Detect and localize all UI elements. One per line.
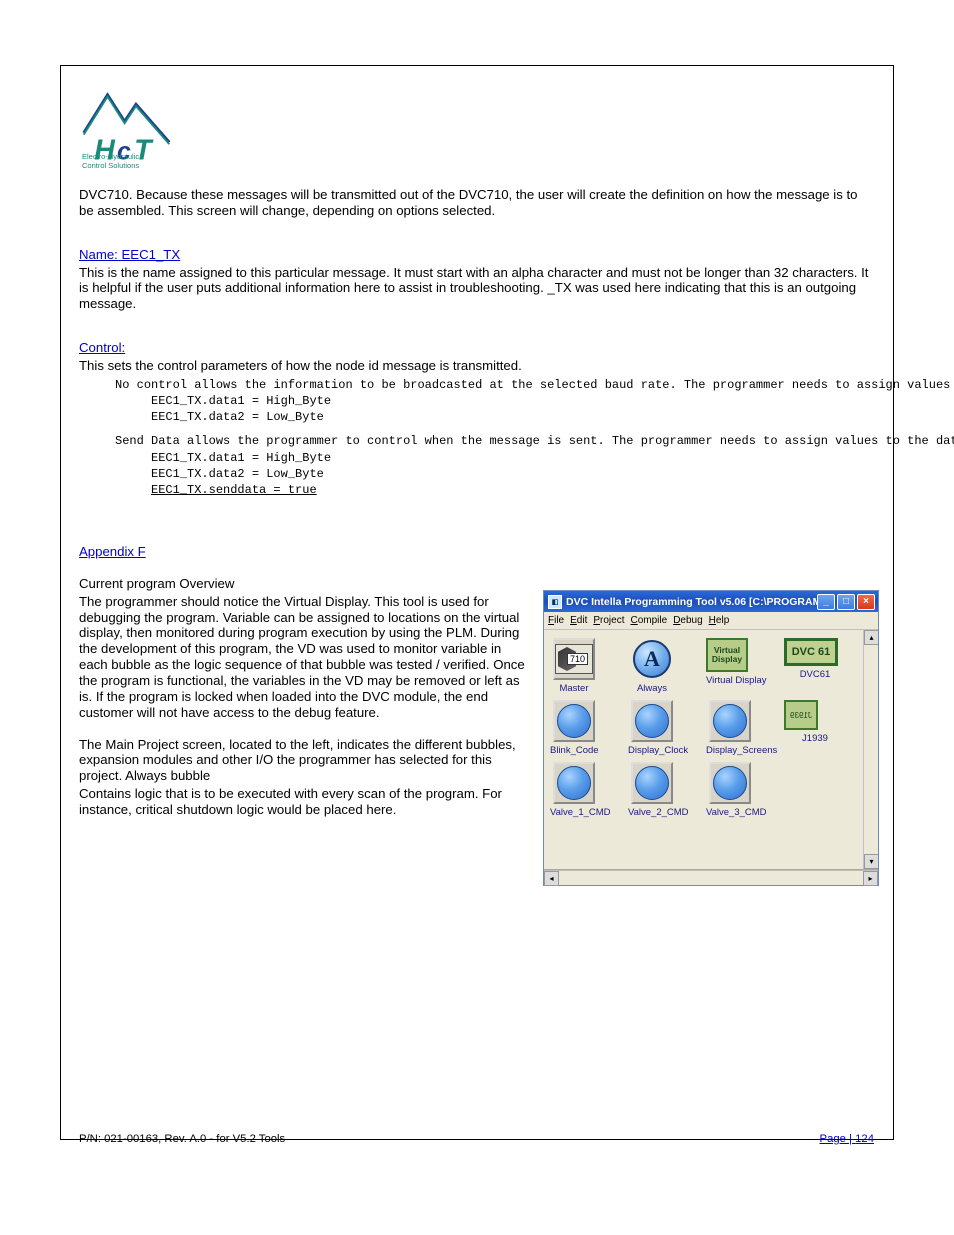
section3-subhead: Current program Overview: [79, 576, 529, 592]
node-virtual-display[interactable]: VirtualDisplay Virtual Display: [706, 638, 754, 686]
code-block-1: No control allows the information to be …: [79, 377, 879, 498]
dvc-programming-tool-window: ◧ DVC Intella Programming Tool v5.06 [C:…: [543, 590, 879, 886]
chip-710-icon: 710: [555, 644, 593, 674]
node-blink-code[interactable]: Blink_Code: [550, 700, 598, 756]
j1939-icon: J1939: [784, 700, 818, 730]
menu-file[interactable]: File: [548, 615, 564, 626]
bubble-icon: [635, 704, 669, 738]
code2a: Send Data allows the programmer to contr…: [79, 433, 869, 449]
code1a: No control allows the information to be …: [79, 377, 869, 393]
scroll-left-button[interactable]: ◂: [544, 871, 559, 886]
vertical-scrollbar[interactable]: ▴ ▾: [863, 630, 878, 869]
minimize-button[interactable]: _: [817, 594, 835, 610]
menubar: File Edit Project Compile Debug Help: [544, 612, 878, 630]
label-master: Master: [550, 683, 598, 694]
label-j1939: J1939: [784, 733, 846, 744]
bubble-icon: [713, 704, 747, 738]
code2b: EEC1_TX.data1 = High_Byte: [79, 450, 879, 466]
menu-edit[interactable]: Edit: [570, 615, 587, 626]
logo-tagline: Electro-Hydraulic Control Solutions: [82, 152, 139, 170]
bubble-icon: [713, 766, 747, 800]
canvas-area[interactable]: 710 Master A Always VirtualDisplay Virtu…: [544, 630, 878, 870]
section1-title: Name: EEC1_TX: [79, 247, 180, 262]
always-icon: A: [633, 640, 671, 678]
code2d: EEC1_TX.senddata = true: [79, 482, 879, 498]
node-always[interactable]: A Always: [628, 638, 676, 694]
intro-para: DVC710. Because these messages will be t…: [79, 187, 874, 219]
bubble-icon: [635, 766, 669, 800]
label-dvc61: DVC61: [784, 669, 846, 680]
label-display-screens: Display_Screens: [706, 745, 754, 756]
node-valve-3[interactable]: Valve_3_CMD: [706, 762, 754, 818]
scroll-right-button[interactable]: ▸: [863, 871, 878, 886]
code1c: EEC1_TX.data2 = Low_Byte: [79, 409, 879, 425]
label-always: Always: [628, 683, 676, 694]
section2-title: Control:: [79, 340, 125, 355]
footer-part-number: P/N: 021-00163, Rev. A.0 - for V5.2 Tool…: [79, 1133, 285, 1145]
node-valve-1[interactable]: Valve_1_CMD: [550, 762, 598, 818]
scroll-up-button[interactable]: ▴: [864, 630, 878, 645]
logo-line2: Control Solutions: [82, 161, 139, 170]
node-dvc61[interactable]: DVC 61 DVC61: [784, 638, 846, 680]
bubble-icon: [557, 766, 591, 800]
node-display-screens[interactable]: Display_Screens: [706, 700, 754, 756]
section3-title: Appendix F: [79, 544, 146, 559]
dvc61-icon: DVC 61: [784, 638, 838, 666]
footer-page-number: Page | 124: [820, 1133, 874, 1145]
node-valve-2[interactable]: Valve_2_CMD: [628, 762, 676, 818]
section2-head: Control:: [79, 340, 879, 356]
section3-p3: Contains logic that is to be executed wi…: [79, 786, 529, 818]
app-icon: ◧: [548, 595, 562, 609]
section1-body: This is the name assigned to this partic…: [79, 265, 874, 313]
window-title: DVC Intella Programming Tool v5.06 [C:\P…: [566, 596, 817, 608]
label-virtual-display: Virtual Display: [706, 675, 754, 686]
section1-head: Name: EEC1_TX: [79, 247, 879, 263]
section3-p2: The Main Project screen, located to the …: [79, 737, 529, 785]
code1b: EEC1_TX.data1 = High_Byte: [79, 393, 879, 409]
titlebar[interactable]: ◧ DVC Intella Programming Tool v5.06 [C:…: [544, 591, 878, 612]
menu-project[interactable]: Project: [593, 615, 624, 626]
section2-p1: This sets the control parameters of how …: [79, 358, 874, 374]
logo-line1: Electro-Hydraulic: [82, 152, 139, 161]
section3-p1: The programmer should notice the Virtual…: [79, 594, 529, 721]
maximize-button[interactable]: □: [837, 594, 855, 610]
bubble-icon: [557, 704, 591, 738]
label-valve-3: Valve_3_CMD: [706, 807, 754, 818]
label-valve-1: Valve_1_CMD: [550, 807, 598, 818]
menu-debug[interactable]: Debug: [673, 615, 702, 626]
code2c: EEC1_TX.data2 = Low_Byte: [79, 466, 879, 482]
section3-head: Appendix F: [79, 544, 879, 560]
scroll-down-button[interactable]: ▾: [864, 854, 878, 869]
label-blink-code: Blink_Code: [550, 745, 598, 756]
horizontal-scrollbar[interactable]: ◂ ▸: [544, 870, 878, 885]
node-master[interactable]: 710 Master: [550, 638, 598, 694]
node-display-clock[interactable]: Display_Clock: [628, 700, 676, 756]
label-valve-2: Valve_2_CMD: [628, 807, 676, 818]
node-j1939[interactable]: J1939 J1939: [784, 700, 846, 744]
close-button[interactable]: ×: [857, 594, 875, 610]
label-display-clock: Display_Clock: [628, 745, 676, 756]
virtual-display-icon: VirtualDisplay: [706, 638, 748, 672]
menu-help[interactable]: Help: [709, 615, 730, 626]
menu-compile[interactable]: Compile: [630, 615, 667, 626]
